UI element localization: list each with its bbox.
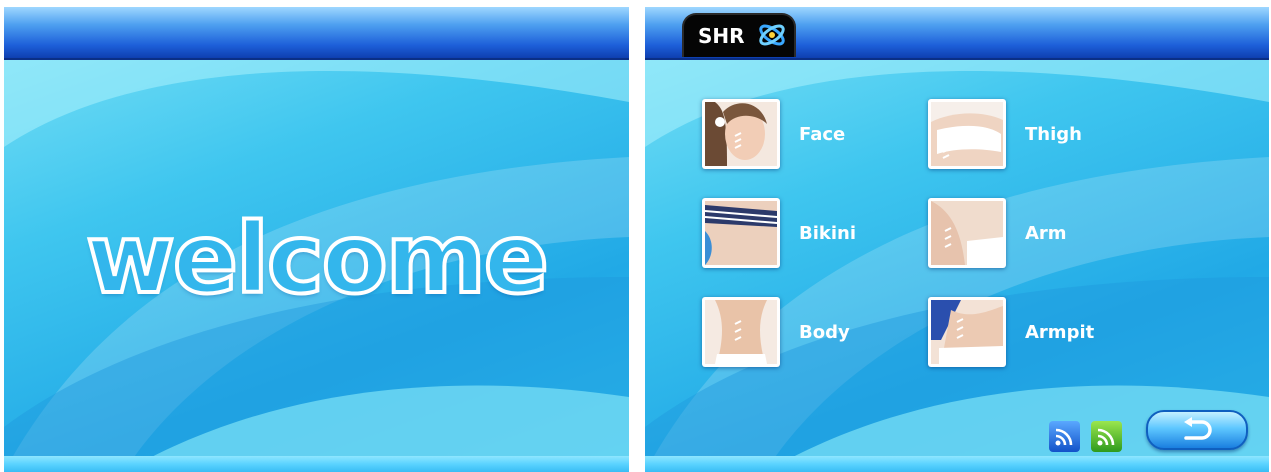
armpit-thumbnail xyxy=(928,297,1006,367)
back-arrow-icon xyxy=(1184,417,1212,440)
menu-item-label: Armpit xyxy=(1025,322,1095,343)
shr-logo-icon xyxy=(759,24,785,46)
menu-item-label: Body xyxy=(799,322,850,343)
menu-item-label: Arm xyxy=(1025,223,1067,244)
body-thumbnail xyxy=(702,297,780,367)
bottom-bar xyxy=(645,456,1269,472)
face-thumbnail xyxy=(702,99,780,169)
bottom-bar xyxy=(4,456,629,472)
thigh-thumbnail xyxy=(928,99,1006,169)
back-button[interactable] xyxy=(1146,410,1248,450)
menu-item-label: Thigh xyxy=(1025,124,1082,145)
arm-thumbnail xyxy=(928,198,1006,268)
brand-name: SHR xyxy=(698,24,745,48)
welcome-title: welcome xyxy=(84,201,551,317)
signal-green-icon[interactable] xyxy=(1091,421,1122,452)
signal-blue-icon[interactable] xyxy=(1049,421,1080,452)
menu-item-label: Bikini xyxy=(799,223,857,244)
top-bar xyxy=(4,7,629,60)
bikini-thumbnail xyxy=(702,198,780,268)
menu-item-label: Face xyxy=(799,124,846,145)
brand-tab: SHR xyxy=(682,13,796,57)
welcome-screen: welcome xyxy=(4,7,629,472)
treatment-menu-screen: SHR Face Thigh Bikini Arm Body Armpit xyxy=(645,7,1269,472)
